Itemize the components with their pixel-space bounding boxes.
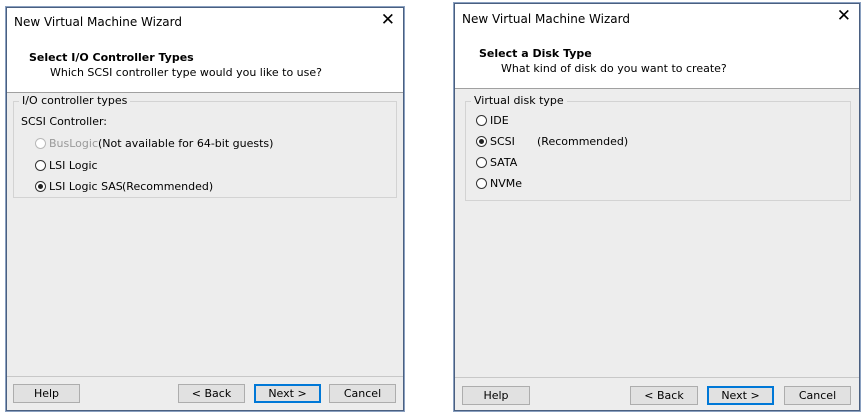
recommended-note: (Recommended) xyxy=(122,180,214,193)
title-bar: New Virtual Machine Wizard ✕ xyxy=(7,8,403,35)
close-icon[interactable]: ✕ xyxy=(381,10,395,30)
page-title: Select a Disk Type xyxy=(479,47,592,60)
radio-circle xyxy=(476,135,487,147)
wizard-window-controller: New Virtual Machine Wizard ✕ Select I/O … xyxy=(6,7,404,411)
back-button[interactable]: < Back xyxy=(178,384,245,403)
radio-circle xyxy=(476,114,487,126)
cancel-button[interactable]: Cancel xyxy=(329,384,396,403)
wizard-window-disk-type: New Virtual Machine Wizard ✕ Select a Di… xyxy=(454,3,860,411)
scsi-controller-label: SCSI Controller: xyxy=(21,115,108,128)
radio-circle xyxy=(476,177,487,189)
radio-buslogic[interactable]: BusLogic xyxy=(35,135,98,151)
page-subtitle: What kind of disk do you want to create? xyxy=(501,62,727,75)
page-subtitle: Which SCSI controller type would you lik… xyxy=(50,66,322,79)
radio-circle xyxy=(35,180,46,192)
radio-lsi-logic[interactable]: LSI Logic xyxy=(35,157,98,173)
radio-label: SCSI xyxy=(490,134,515,148)
next-button[interactable]: Next > xyxy=(707,386,774,405)
io-controller-group: I/O controller types SCSI Controller: Bu… xyxy=(13,94,397,198)
wizard-header: Select a Disk Type What kind of disk do … xyxy=(455,31,859,89)
radio-label: NVMe xyxy=(490,176,523,190)
next-button[interactable]: Next > xyxy=(254,384,321,403)
close-icon[interactable]: ✕ xyxy=(837,6,851,26)
window-title: New Virtual Machine Wizard xyxy=(14,15,182,29)
radio-ide[interactable]: IDE xyxy=(476,112,509,128)
radio-sata[interactable]: SATA xyxy=(476,154,517,170)
radio-circle xyxy=(35,159,46,171)
radio-label: LSI Logic xyxy=(49,158,98,172)
radio-label: BusLogic xyxy=(49,136,99,150)
radio-label: IDE xyxy=(490,113,509,127)
footer-separator xyxy=(455,377,859,378)
back-button[interactable]: < Back xyxy=(630,386,698,405)
help-button[interactable]: Help xyxy=(13,384,80,403)
radio-nvme[interactable]: NVMe xyxy=(476,175,522,191)
recommended-note: (Recommended) xyxy=(537,135,629,148)
radio-label: SATA xyxy=(490,155,518,169)
cancel-button[interactable]: Cancel xyxy=(784,386,851,405)
group-label: Virtual disk type xyxy=(471,94,567,107)
radio-label: LSI Logic SAS xyxy=(49,179,123,193)
wizard-header: Select I/O Controller Types Which SCSI c… xyxy=(7,35,403,93)
radio-circle xyxy=(35,137,46,149)
window-title: New Virtual Machine Wizard xyxy=(462,12,630,26)
title-bar: New Virtual Machine Wizard ✕ xyxy=(455,4,859,31)
radio-lsi-logic-sas[interactable]: LSI Logic SAS xyxy=(35,178,123,194)
help-button[interactable]: Help xyxy=(462,386,530,405)
buslogic-note: (Not available for 64-bit guests) xyxy=(98,137,274,150)
virtual-disk-type-group: Virtual disk type IDE SCSI (Recommended)… xyxy=(465,94,851,201)
footer-separator xyxy=(7,376,403,377)
group-label: I/O controller types xyxy=(19,94,131,107)
page-title: Select I/O Controller Types xyxy=(29,51,194,64)
radio-circle xyxy=(476,156,487,168)
radio-scsi[interactable]: SCSI xyxy=(476,133,515,149)
